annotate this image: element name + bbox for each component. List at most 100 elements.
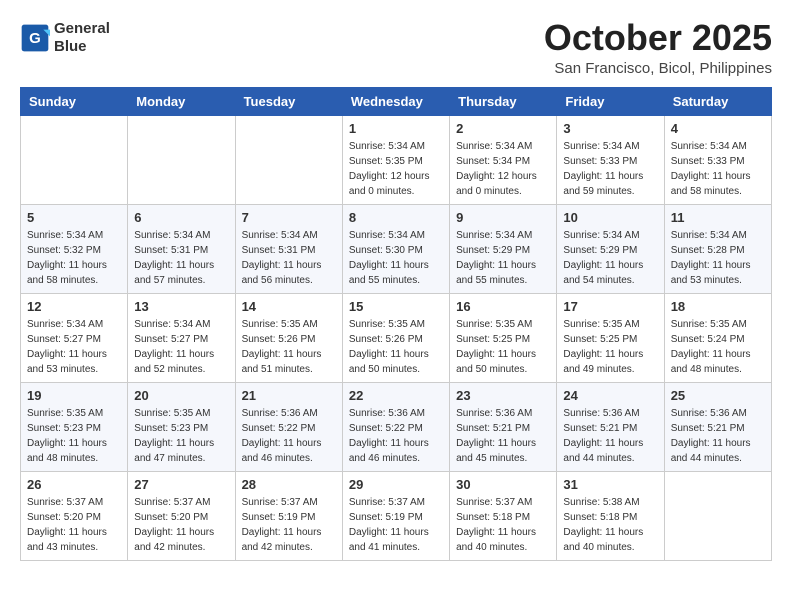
day-number: 28 <box>242 477 336 492</box>
day-info: Sunrise: 5:37 AM Sunset: 5:19 PM Dayligh… <box>349 495 443 555</box>
day-number: 24 <box>563 388 657 403</box>
header: G General Blue October 2025 San Francisc… <box>20 20 772 77</box>
day-cell: 1Sunrise: 5:34 AM Sunset: 5:35 PM Daylig… <box>342 116 449 205</box>
day-number: 13 <box>134 299 228 314</box>
day-header-thursday: Thursday <box>450 88 557 116</box>
day-number: 8 <box>349 210 443 225</box>
day-number: 15 <box>349 299 443 314</box>
day-number: 22 <box>349 388 443 403</box>
logo-text: General Blue <box>54 20 110 56</box>
day-cell <box>128 116 235 205</box>
day-header-saturday: Saturday <box>664 88 771 116</box>
day-cell: 3 Sunrise: 5:34 AM Sunset: 5:33 PM Daylig… <box>557 116 664 205</box>
logo: G General Blue <box>20 20 110 56</box>
week-row-3: 12Sunrise: 5:34 AM Sunset: 5:27 PM Dayli… <box>21 294 772 383</box>
day-info: Sunrise: 5:34 AM Sunset: 5:28 PM Dayligh… <box>671 228 765 288</box>
day-cell <box>21 116 128 205</box>
day-info: Sunrise: 5:35 AM Sunset: 5:25 PM Dayligh… <box>456 317 550 377</box>
week-row-1: 1Sunrise: 5:34 AM Sunset: 5:35 PM Daylig… <box>21 116 772 205</box>
day-info: Sunrise: 5:34 AM Sunset: 5:27 PM Dayligh… <box>134 317 228 377</box>
day-cell: 27Sunrise: 5:37 AM Sunset: 5:20 PM Dayli… <box>128 472 235 561</box>
day-cell: 15 Sunrise: 5:35 AM Sunset: 5:26 PM Dayli… <box>342 294 449 383</box>
day-number: 5 <box>27 210 121 225</box>
logo-icon: G <box>20 23 50 53</box>
day-info: Sunrise: 5:34 AM Sunset: 5:29 PM Dayligh… <box>563 228 657 288</box>
day-cell: 2 Sunrise: 5:34 AM Sunset: 5:34 PM Daylig… <box>450 116 557 205</box>
day-cell: 31 Sunrise: 5:38 AM Sunset: 5:18 PM Dayli… <box>557 472 664 561</box>
day-info: Sunrise: 5:35 AM Sunset: 5:25 PM Dayligh… <box>563 317 657 377</box>
day-number: 19 <box>27 388 121 403</box>
day-info: Sunrise: 5:35 AM Sunset: 5:23 PM Dayligh… <box>134 406 228 466</box>
day-number: 25 <box>671 388 765 403</box>
day-number: 16 <box>456 299 550 314</box>
day-cell: 17Sunrise: 5:35 AM Sunset: 5:25 PM Dayli… <box>557 294 664 383</box>
day-number: 29 <box>349 477 443 492</box>
day-cell: 14Sunrise: 5:35 AM Sunset: 5:26 PM Dayli… <box>235 294 342 383</box>
day-number: 11 <box>671 210 765 225</box>
day-cell: 19 Sunrise: 5:35 AM Sunset: 5:23 PM Dayli… <box>21 383 128 472</box>
day-cell: 20Sunrise: 5:35 AM Sunset: 5:23 PM Dayli… <box>128 383 235 472</box>
day-cell: 6Sunrise: 5:34 AM Sunset: 5:31 PM Daylig… <box>128 205 235 294</box>
day-info: Sunrise: 5:37 AM Sunset: 5:20 PM Dayligh… <box>134 495 228 555</box>
day-number: 4 <box>671 121 765 136</box>
day-cell: 29 Sunrise: 5:37 AM Sunset: 5:19 PM Dayli… <box>342 472 449 561</box>
day-cell: 22 Sunrise: 5:36 AM Sunset: 5:22 PM Dayli… <box>342 383 449 472</box>
day-cell: 5 Sunrise: 5:34 AM Sunset: 5:32 PM Daylig… <box>21 205 128 294</box>
day-number: 2 <box>456 121 550 136</box>
day-info: Sunrise: 5:34 AM Sunset: 5:29 PM Dayligh… <box>456 228 550 288</box>
day-info: Sunrise: 5:36 AM Sunset: 5:21 PM Dayligh… <box>563 406 657 466</box>
title-area: October 2025 San Francisco, Bicol, Phili… <box>544 20 772 77</box>
day-header-monday: Monday <box>128 88 235 116</box>
day-info: Sunrise: 5:34 AM Sunset: 5:32 PM Dayligh… <box>27 228 121 288</box>
day-cell: 7 Sunrise: 5:34 AM Sunset: 5:31 PM Daylig… <box>235 205 342 294</box>
day-info: Sunrise: 5:34 AM Sunset: 5:27 PM Dayligh… <box>27 317 121 377</box>
day-cell: 12Sunrise: 5:34 AM Sunset: 5:27 PM Dayli… <box>21 294 128 383</box>
day-info: Sunrise: 5:34 AM Sunset: 5:33 PM Dayligh… <box>563 139 657 199</box>
day-info: Sunrise: 5:34 AM Sunset: 5:31 PM Dayligh… <box>242 228 336 288</box>
day-header-friday: Friday <box>557 88 664 116</box>
day-info: Sunrise: 5:36 AM Sunset: 5:22 PM Dayligh… <box>349 406 443 466</box>
day-cell: 10 Sunrise: 5:34 AM Sunset: 5:29 PM Dayli… <box>557 205 664 294</box>
day-number: 9 <box>456 210 550 225</box>
header-row: SundayMondayTuesdayWednesdayThursdayFrid… <box>21 88 772 116</box>
day-cell: 26Sunrise: 5:37 AM Sunset: 5:20 PM Dayli… <box>21 472 128 561</box>
day-cell: 18Sunrise: 5:35 AM Sunset: 5:24 PM Dayli… <box>664 294 771 383</box>
day-cell: 9 Sunrise: 5:34 AM Sunset: 5:29 PM Daylig… <box>450 205 557 294</box>
day-info: Sunrise: 5:34 AM Sunset: 5:30 PM Dayligh… <box>349 228 443 288</box>
day-info: Sunrise: 5:36 AM Sunset: 5:22 PM Dayligh… <box>242 406 336 466</box>
day-number: 7 <box>242 210 336 225</box>
day-info: Sunrise: 5:34 AM Sunset: 5:34 PM Dayligh… <box>456 139 550 199</box>
month-title: October 2025 <box>544 20 772 56</box>
day-number: 26 <box>27 477 121 492</box>
day-number: 21 <box>242 388 336 403</box>
day-cell: 16 Sunrise: 5:35 AM Sunset: 5:25 PM Dayli… <box>450 294 557 383</box>
svg-text:G: G <box>29 30 41 47</box>
day-cell: 25Sunrise: 5:36 AM Sunset: 5:21 PM Dayli… <box>664 383 771 472</box>
day-number: 31 <box>563 477 657 492</box>
day-number: 23 <box>456 388 550 403</box>
day-number: 3 <box>563 121 657 136</box>
day-header-sunday: Sunday <box>21 88 128 116</box>
day-info: Sunrise: 5:36 AM Sunset: 5:21 PM Dayligh… <box>456 406 550 466</box>
day-cell: 4 Sunrise: 5:34 AM Sunset: 5:33 PM Daylig… <box>664 116 771 205</box>
day-info: Sunrise: 5:34 AM Sunset: 5:33 PM Dayligh… <box>671 139 765 199</box>
day-number: 18 <box>671 299 765 314</box>
day-cell: 28 Sunrise: 5:37 AM Sunset: 5:19 PM Dayli… <box>235 472 342 561</box>
day-header-tuesday: Tuesday <box>235 88 342 116</box>
day-number: 6 <box>134 210 228 225</box>
day-number: 30 <box>456 477 550 492</box>
day-number: 1 <box>349 121 443 136</box>
week-row-2: 5 Sunrise: 5:34 AM Sunset: 5:32 PM Daylig… <box>21 205 772 294</box>
day-info: Sunrise: 5:35 AM Sunset: 5:26 PM Dayligh… <box>349 317 443 377</box>
day-info: Sunrise: 5:35 AM Sunset: 5:26 PM Dayligh… <box>242 317 336 377</box>
day-cell: 30Sunrise: 5:37 AM Sunset: 5:18 PM Dayli… <box>450 472 557 561</box>
day-cell: 8 Sunrise: 5:34 AM Sunset: 5:30 PM Daylig… <box>342 205 449 294</box>
day-cell: 11 Sunrise: 5:34 AM Sunset: 5:28 PM Dayli… <box>664 205 771 294</box>
day-info: Sunrise: 5:37 AM Sunset: 5:19 PM Dayligh… <box>242 495 336 555</box>
day-info: Sunrise: 5:35 AM Sunset: 5:23 PM Dayligh… <box>27 406 121 466</box>
week-row-4: 19 Sunrise: 5:35 AM Sunset: 5:23 PM Dayli… <box>21 383 772 472</box>
location-title: San Francisco, Bicol, Philippines <box>544 60 772 77</box>
day-number: 10 <box>563 210 657 225</box>
day-info: Sunrise: 5:38 AM Sunset: 5:18 PM Dayligh… <box>563 495 657 555</box>
day-cell <box>664 472 771 561</box>
